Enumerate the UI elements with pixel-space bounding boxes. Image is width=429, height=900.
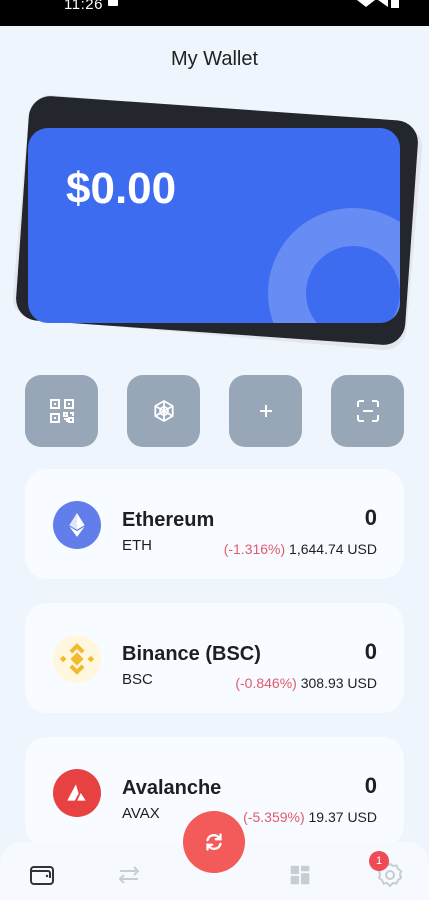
coin-symbol: ETH: [122, 537, 152, 554]
notification-badge: 1: [369, 851, 389, 871]
coin-balance: 0: [364, 639, 377, 664]
battery-icon: [391, 0, 399, 8]
avalanche-triangle-icon: [67, 784, 86, 801]
wallet-icon: [30, 866, 54, 885]
ethereum-diamond-icon: [69, 513, 85, 537]
coin-symbol: BSC: [122, 671, 153, 688]
coin-price: 308.93 USD: [300, 675, 377, 691]
nav-dashboard[interactable]: [285, 860, 315, 890]
signal-icon: [378, 0, 388, 7]
scan-icon: [356, 400, 379, 422]
plus-icon: [259, 405, 272, 417]
coin-change: (-5.359%): [243, 809, 305, 825]
nav-wallet[interactable]: [27, 860, 57, 890]
status-icons: [357, 0, 399, 8]
card-decoration: [268, 208, 400, 323]
page-title: My Wallet: [170, 48, 259, 70]
avalanche-logo-icon: [53, 769, 101, 817]
coin-price: 19.37 USD: [308, 809, 377, 825]
ethereum-logo-icon: [53, 501, 101, 549]
add-button[interactable]: [229, 375, 302, 447]
binance-logo-icon: [53, 635, 101, 683]
qr-code-icon: [49, 399, 74, 423]
status-time: 11:26: [64, 0, 103, 13]
coin-price: 1,644.74 USD: [289, 541, 377, 557]
coin-name: Binance (BSC): [122, 643, 261, 665]
wifi-icon: [357, 0, 375, 7]
ai-assistant-button[interactable]: [127, 375, 200, 447]
wallet-balance: $0.00: [66, 164, 177, 213]
coin-card-binance[interactable]: Binance (BSC) BSC 0 (-0.846%) 308.93 USD: [25, 603, 404, 713]
coin-name: Avalanche: [122, 777, 222, 799]
image-notification-icon: [108, 0, 118, 6]
binance-diamond-icon: [59, 643, 95, 675]
coin-price-line: (-1.316%) 1,644.74 USD: [224, 541, 377, 557]
nav-transfer[interactable]: [114, 860, 144, 890]
coin-change: (-0.846%): [235, 675, 297, 691]
quick-actions: [25, 375, 405, 447]
coin-price-line: (-0.846%) 308.93 USD: [235, 675, 377, 691]
openai-icon: [153, 400, 174, 422]
dashboard-icon: [290, 865, 310, 885]
qr-code-button[interactable]: [25, 375, 98, 447]
status-bar: 11:26: [0, 0, 429, 26]
coin-change: (-1.316%): [223, 541, 286, 557]
swap-button[interactable]: [183, 811, 245, 873]
coin-balance: 0: [364, 773, 377, 798]
transfer-icon: [118, 866, 140, 884]
coin-symbol: AVAX: [122, 805, 160, 822]
coin-price-line: (-5.359%) 19.37 USD: [243, 809, 377, 825]
coin-card-ethereum[interactable]: Ethereum ETH 0 (-1.316%) 1,644.74 USD: [25, 469, 404, 579]
scan-button[interactable]: [331, 375, 404, 447]
wallet-balance-card[interactable]: $0.00: [28, 128, 400, 323]
swap-refresh-icon: [206, 833, 222, 851]
coin-name: Ethereum: [122, 509, 215, 531]
coin-balance: 0: [364, 505, 377, 530]
